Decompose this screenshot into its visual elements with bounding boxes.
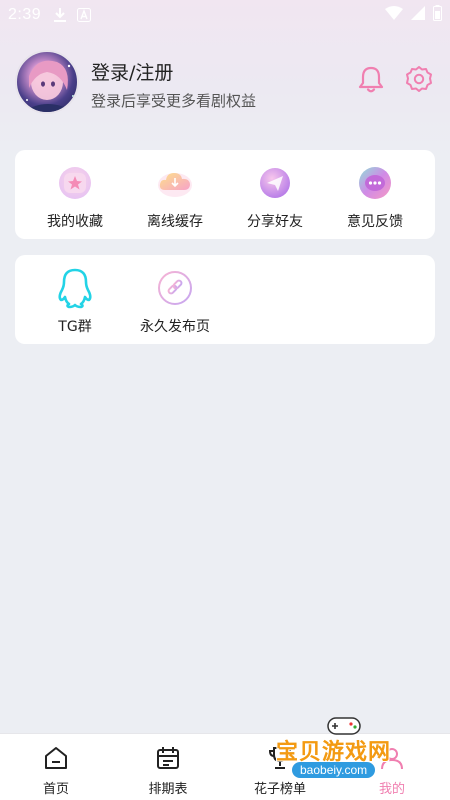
- status-time: 2:39: [8, 6, 42, 23]
- nav-home[interactable]: 首页: [0, 734, 112, 800]
- nav-profile-label: 我的: [378, 782, 405, 797]
- login-subtitle: 登录后享受更多看剧权益: [91, 92, 257, 110]
- a-notification-icon: [77, 8, 92, 22]
- cloud-download-icon: [155, 163, 195, 203]
- share-send-icon: [255, 163, 295, 203]
- gear-icon[interactable]: [405, 65, 433, 93]
- login-register-link[interactable]: 登录/注册: [91, 58, 173, 85]
- nav-profile[interactable]: 我的: [336, 734, 448, 800]
- nav-schedule[interactable]: 排期表: [112, 734, 224, 800]
- wifi-icon: [385, 6, 403, 24]
- offline-cache-label: 离线缓存: [147, 214, 203, 230]
- share-friends-label: 分享好友: [247, 214, 303, 230]
- nav-home-label: 首页: [42, 782, 69, 797]
- battery-icon: [433, 5, 442, 25]
- bell-icon[interactable]: [358, 65, 384, 93]
- calendar-icon: [154, 744, 182, 772]
- offline-cache-button[interactable]: 离线缓存: [125, 150, 225, 239]
- trophy-icon: [266, 744, 294, 772]
- nav-rankings[interactable]: 花子榜单: [224, 734, 336, 800]
- profile-icon: [378, 744, 406, 772]
- bottom-nav: 首页 排期表 花子榜单 我的: [0, 733, 450, 800]
- permanent-page-label: 永久发布页: [140, 319, 210, 335]
- feedback-label: 意见反馈: [347, 214, 403, 230]
- star-favorites-icon: [55, 163, 95, 203]
- share-friends-button[interactable]: 分享好友: [225, 150, 325, 239]
- link-icon: [155, 268, 195, 308]
- links-card: TG群 永久发布页: [15, 255, 435, 344]
- status-bar: 2:39: [0, 0, 450, 30]
- download-icon: [53, 7, 67, 23]
- feedback-button[interactable]: 意见反馈: [325, 150, 425, 239]
- avatar[interactable]: [15, 50, 79, 114]
- favorites-label: 我的收藏: [47, 214, 103, 230]
- home-icon: [42, 744, 70, 772]
- tg-group-label: TG群: [58, 319, 92, 335]
- profile-header: 登录/注册 登录后享受更多看剧权益: [15, 50, 435, 116]
- status-right-icons: [385, 5, 442, 25]
- nav-rankings-label: 花子榜单: [253, 782, 306, 797]
- qq-penguin-icon: [55, 268, 95, 309]
- chat-feedback-icon: [355, 163, 395, 203]
- favorites-button[interactable]: 我的收藏: [25, 150, 125, 239]
- permanent-page-button[interactable]: 永久发布页: [125, 255, 225, 344]
- quick-actions-card: 我的收藏 离线缓存 分享好友 意见反馈: [15, 150, 435, 239]
- signal-icon: [411, 6, 425, 24]
- nav-schedule-label: 排期表: [148, 782, 188, 797]
- tg-group-button[interactable]: TG群: [25, 255, 125, 344]
